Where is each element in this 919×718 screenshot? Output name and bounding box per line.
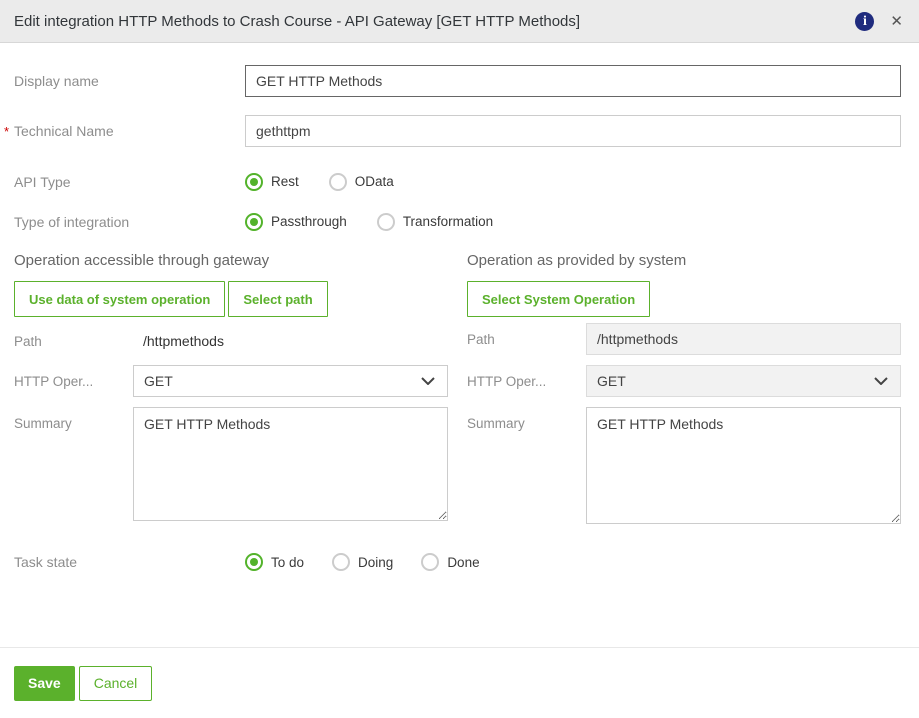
api-type-radio-group: Rest OData — [245, 173, 424, 191]
system-section-heading: Operation as provided by system — [467, 252, 901, 269]
system-summary-row: Summary GET HTTP Methods — [467, 407, 901, 524]
radio-option-done[interactable]: Done — [421, 553, 479, 571]
technical-name-label: * Technical Name — [14, 123, 245, 139]
gateway-path-value: /httpmethods — [133, 333, 224, 349]
radio-option-odata[interactable]: OData — [329, 173, 394, 191]
edit-integration-dialog: Edit integration HTTP Methods to Crash C… — [0, 0, 919, 718]
gateway-button-row: Use data of system operation Select path — [14, 281, 448, 317]
close-icon[interactable]: ✕ — [890, 14, 903, 29]
radio-option-label: Passthrough — [271, 214, 347, 229]
system-summary-textarea[interactable]: GET HTTP Methods — [586, 407, 901, 524]
task-state-label: Task state — [14, 554, 245, 570]
selected-http-operation: GET — [144, 373, 173, 389]
radio-option-label: Doing — [358, 555, 393, 570]
select-system-operation-button[interactable]: Select System Operation — [467, 281, 650, 317]
radio-selected-icon[interactable] — [245, 173, 263, 191]
save-button[interactable]: Save — [14, 666, 75, 701]
gateway-operation-section: Operation accessible through gateway Use… — [14, 252, 448, 532]
api-type-row: API Type Rest OData — [14, 172, 901, 191]
http-operation-label: HTTP Oper... — [14, 374, 133, 389]
integration-type-row: Type of integration Passthrough Transfor… — [14, 212, 901, 231]
chevron-down-icon — [874, 377, 888, 385]
path-label: Path — [14, 334, 133, 349]
radio-option-doing[interactable]: Doing — [332, 553, 393, 571]
system-button-row: Select System Operation — [467, 281, 901, 317]
dialog-footer: Save Cancel — [0, 647, 919, 718]
summary-label: Summary — [467, 407, 586, 431]
technical-name-row: * Technical Name — [14, 115, 901, 147]
system-path-row: Path — [467, 323, 901, 355]
integration-type-radio-group: Passthrough Transformation — [245, 213, 523, 231]
gateway-section-heading: Operation accessible through gateway — [14, 252, 448, 269]
radio-option-passthrough[interactable]: Passthrough — [245, 213, 347, 231]
display-name-input[interactable] — [245, 65, 901, 97]
radio-unselected-icon[interactable] — [329, 173, 347, 191]
display-name-row: Display name — [14, 65, 901, 97]
selected-http-operation: GET — [597, 373, 626, 389]
system-http-operation-select[interactable]: GET — [586, 365, 901, 397]
radio-option-label: To do — [271, 555, 304, 570]
radio-selected-icon[interactable] — [245, 213, 263, 231]
radio-unselected-icon[interactable] — [332, 553, 350, 571]
radio-option-rest[interactable]: Rest — [245, 173, 299, 191]
radio-unselected-icon[interactable] — [377, 213, 395, 231]
http-operation-label: HTTP Oper... — [467, 374, 586, 389]
technical-name-label-text: Technical Name — [14, 123, 114, 139]
operation-columns: Operation accessible through gateway Use… — [14, 252, 901, 532]
radio-option-todo[interactable]: To do — [245, 553, 304, 571]
radio-unselected-icon[interactable] — [421, 553, 439, 571]
gateway-http-operation-select[interactable]: GET — [133, 365, 448, 397]
system-operation-section: Operation as provided by system Select S… — [467, 252, 901, 532]
gateway-path-row: Path /httpmethods — [14, 325, 448, 357]
integration-type-label: Type of integration — [14, 214, 245, 230]
task-state-radio-group: To do Doing Done — [245, 553, 508, 571]
path-label: Path — [467, 332, 586, 347]
radio-option-label: OData — [355, 174, 394, 189]
info-icon[interactable]: i — [855, 12, 874, 31]
technical-name-input[interactable] — [245, 115, 901, 147]
radio-option-label: Done — [447, 555, 479, 570]
gateway-summary-textarea[interactable]: GET HTTP Methods — [133, 407, 448, 521]
summary-label: Summary — [14, 407, 133, 431]
display-name-label: Display name — [14, 73, 245, 89]
radio-option-label: Transformation — [403, 214, 493, 229]
radio-selected-icon[interactable] — [245, 553, 263, 571]
required-asterisk: * — [4, 124, 9, 139]
dialog-body: Display name * Technical Name API Type R… — [0, 43, 919, 571]
gateway-summary-row: Summary GET HTTP Methods — [14, 407, 448, 521]
use-data-of-system-operation-button[interactable]: Use data of system operation — [14, 281, 225, 317]
system-path-input[interactable] — [586, 323, 901, 355]
radio-option-transformation[interactable]: Transformation — [377, 213, 493, 231]
gateway-http-operation-row: HTTP Oper... GET — [14, 365, 448, 397]
cancel-button[interactable]: Cancel — [79, 666, 153, 701]
chevron-down-icon — [421, 377, 435, 385]
select-path-button[interactable]: Select path — [228, 281, 327, 317]
api-type-label: API Type — [14, 174, 245, 190]
dialog-header: Edit integration HTTP Methods to Crash C… — [0, 0, 919, 43]
dialog-title: Edit integration HTTP Methods to Crash C… — [14, 13, 855, 30]
system-http-operation-row: HTTP Oper... GET — [467, 365, 901, 397]
task-state-row: Task state To do Doing Done — [14, 553, 901, 571]
radio-option-label: Rest — [271, 174, 299, 189]
